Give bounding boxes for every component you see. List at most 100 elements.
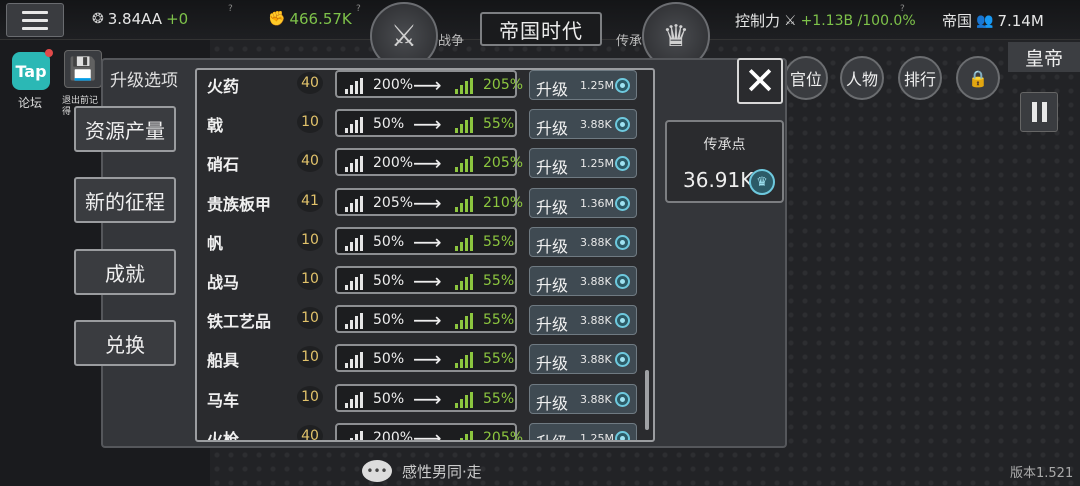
upgrade-button[interactable]: 升级 3.88K bbox=[529, 344, 637, 375]
upgrade-cost: 3.88K bbox=[580, 392, 612, 406]
upgrade-current-value: 50% bbox=[373, 351, 405, 368]
people-icon: 👥 bbox=[976, 12, 994, 29]
signal-bars-icon bbox=[345, 391, 363, 408]
characters-button[interactable]: 人物 bbox=[840, 56, 884, 100]
upgrade-next-value: 55% bbox=[483, 273, 515, 289]
upgrade-cost: 3.88K bbox=[580, 275, 612, 288]
upgrade-name: 硝石 bbox=[207, 155, 240, 175]
emperor-tab[interactable]: 皇帝 bbox=[1008, 42, 1080, 72]
upgrade-button[interactable]: 升级 3.88K bbox=[529, 109, 637, 140]
upgrade-row: 船具 10 50% ⟶ 55% 升级 3.88K bbox=[197, 340, 641, 379]
resource-strength: ✊ 466.57K bbox=[268, 10, 352, 28]
signal-bars-icon bbox=[345, 234, 363, 251]
save-button[interactable]: 💾 bbox=[64, 50, 102, 88]
arrow-right-icon: ⟶ bbox=[413, 151, 442, 176]
crossed-swords-icon: ⚔ bbox=[784, 12, 797, 29]
resource-output-button[interactable]: 资源产量 bbox=[74, 106, 176, 152]
coin-icon bbox=[615, 313, 630, 329]
signal-bars-green-icon bbox=[455, 352, 473, 369]
signal-bars-green-icon bbox=[455, 274, 473, 290]
upgrade-row: 火药 40 200% ⟶ 205% 升级 1.25M bbox=[197, 70, 641, 105]
upgrade-progress: 200% ⟶ 205% bbox=[335, 70, 523, 98]
upgrade-row: 马车 10 50% ⟶ 55% 升级 3.88K bbox=[197, 380, 641, 419]
upgrade-button-label: 升级 bbox=[536, 354, 569, 374]
upgrade-button[interactable]: 升级 3.88K bbox=[529, 226, 637, 257]
signal-bars-green-icon bbox=[455, 234, 473, 251]
legacy-label: 传承 bbox=[616, 34, 643, 49]
arrow-right-icon: ⟶ bbox=[413, 112, 442, 137]
help-icon[interactable]: ? bbox=[228, 4, 233, 14]
upgrade-button[interactable]: 升级 3.88K bbox=[529, 383, 637, 414]
upgrade-row: 帆 10 50% ⟶ 55% 升级 3.88K bbox=[197, 223, 641, 262]
arrow-right-icon: ⟶ bbox=[413, 229, 442, 254]
ranking-button[interactable]: 排行 bbox=[898, 56, 942, 100]
resource-gold-value: 3.84AA bbox=[107, 10, 163, 28]
upgrade-next-value: 210% bbox=[483, 194, 524, 211]
upgrade-current-value: 200% bbox=[373, 77, 414, 93]
version-label: 版本1.521 bbox=[1010, 466, 1074, 481]
upgrade-current-value: 205% bbox=[373, 194, 414, 211]
upgrade-cost: 3.88K bbox=[580, 353, 612, 367]
upgrade-button-label: 升级 bbox=[536, 393, 569, 413]
upgrade-row: 战马 10 50% ⟶ 55% 升级 3.88K bbox=[197, 262, 641, 301]
upgrade-button[interactable]: 升级 3.88K bbox=[529, 266, 637, 296]
upgrade-level-badge: 10 bbox=[297, 228, 323, 251]
resource-gold-delta: +0 bbox=[166, 10, 189, 28]
upgrade-progress: 50% ⟶ 55% bbox=[335, 344, 517, 373]
upgrade-button[interactable]: 升级 3.88K bbox=[529, 305, 637, 336]
signal-bars-icon bbox=[345, 156, 363, 173]
signal-bars-icon bbox=[345, 195, 363, 212]
signal-bars-green-icon bbox=[455, 78, 473, 94]
office-label: 官位 bbox=[789, 70, 822, 89]
signal-bars-icon bbox=[345, 117, 363, 134]
arrow-right-icon: ⟶ bbox=[413, 190, 442, 215]
upgrade-button-label: 升级 bbox=[536, 119, 569, 139]
upgrade-progress: 200% ⟶ 205% bbox=[335, 422, 523, 440]
upgrade-current-value: 200% bbox=[373, 155, 414, 172]
empire-label: 帝国 bbox=[942, 12, 973, 30]
achievements-button[interactable]: 成就 bbox=[74, 249, 176, 295]
upgrade-name: 战马 bbox=[207, 273, 240, 292]
control-stat: 控制力 ⚔ +1.13B /100.0% bbox=[735, 10, 916, 31]
upgrade-button[interactable]: 升级 1.36M bbox=[529, 187, 637, 218]
upgrade-button[interactable]: 升级 1.25M bbox=[529, 422, 637, 442]
upgrade-next-value: 55% bbox=[483, 351, 515, 368]
upgrade-button[interactable]: 升级 1.25M bbox=[529, 70, 637, 100]
signal-bars-icon bbox=[345, 313, 363, 330]
exchange-button[interactable]: 兑换 bbox=[74, 320, 176, 366]
crossed-swords-icon: ⚔ bbox=[390, 18, 418, 54]
upgrade-cost: 1.25M bbox=[580, 157, 614, 171]
new-journey-button[interactable]: 新的征程 bbox=[74, 177, 176, 223]
tap-logo: Tap bbox=[15, 61, 47, 81]
upgrade-button-label: 升级 bbox=[536, 315, 569, 335]
upgrade-progress: 200% ⟶ 205% bbox=[335, 148, 523, 177]
upgrade-level-badge: 40 bbox=[297, 72, 323, 94]
help-icon[interactable]: ? bbox=[356, 4, 361, 14]
upgrade-button-label: 升级 bbox=[536, 236, 569, 256]
signal-bars-green-icon bbox=[455, 391, 473, 408]
coin-icon bbox=[615, 391, 630, 407]
scrollbar[interactable] bbox=[645, 370, 649, 430]
tap-forum-button[interactable]: Tap bbox=[12, 49, 53, 90]
upgrade-cost: 3.88K bbox=[580, 118, 612, 132]
hamburger-menu-button[interactable] bbox=[6, 3, 64, 37]
chat-bar[interactable]: ••• 感性男同·走 bbox=[362, 460, 482, 482]
signal-bars-green-icon bbox=[455, 117, 473, 134]
office-button[interactable]: 官位 bbox=[784, 56, 828, 100]
signal-bars-green-icon bbox=[455, 156, 473, 173]
upgrade-current-value: 50% bbox=[373, 390, 405, 407]
upgrade-next-value: 55% bbox=[483, 233, 515, 250]
locked-button[interactable]: 🔒 bbox=[956, 56, 1000, 100]
upgrade-current-value: 50% bbox=[373, 116, 405, 133]
arrow-right-icon: ⟶ bbox=[413, 73, 442, 97]
upgrade-row: 戟 10 50% ⟶ 55% 升级 3.88K bbox=[197, 105, 641, 144]
signal-bars-icon bbox=[345, 352, 363, 369]
upgrade-list[interactable]: 火药 40 200% ⟶ 205% 升级 1.25M 戟 10 50% ⟶ 55… bbox=[195, 68, 655, 442]
signal-bars-icon bbox=[345, 430, 363, 440]
upgrade-row: 火枪 40 200% ⟶ 205% 升级 1.25M bbox=[197, 419, 641, 442]
help-icon[interactable]: ? bbox=[900, 4, 905, 14]
upgrade-button[interactable]: 升级 1.25M bbox=[529, 148, 637, 179]
pause-button[interactable] bbox=[1020, 92, 1058, 132]
close-button[interactable]: ✕ bbox=[737, 58, 783, 104]
upgrade-cost: 1.25M bbox=[580, 431, 614, 442]
